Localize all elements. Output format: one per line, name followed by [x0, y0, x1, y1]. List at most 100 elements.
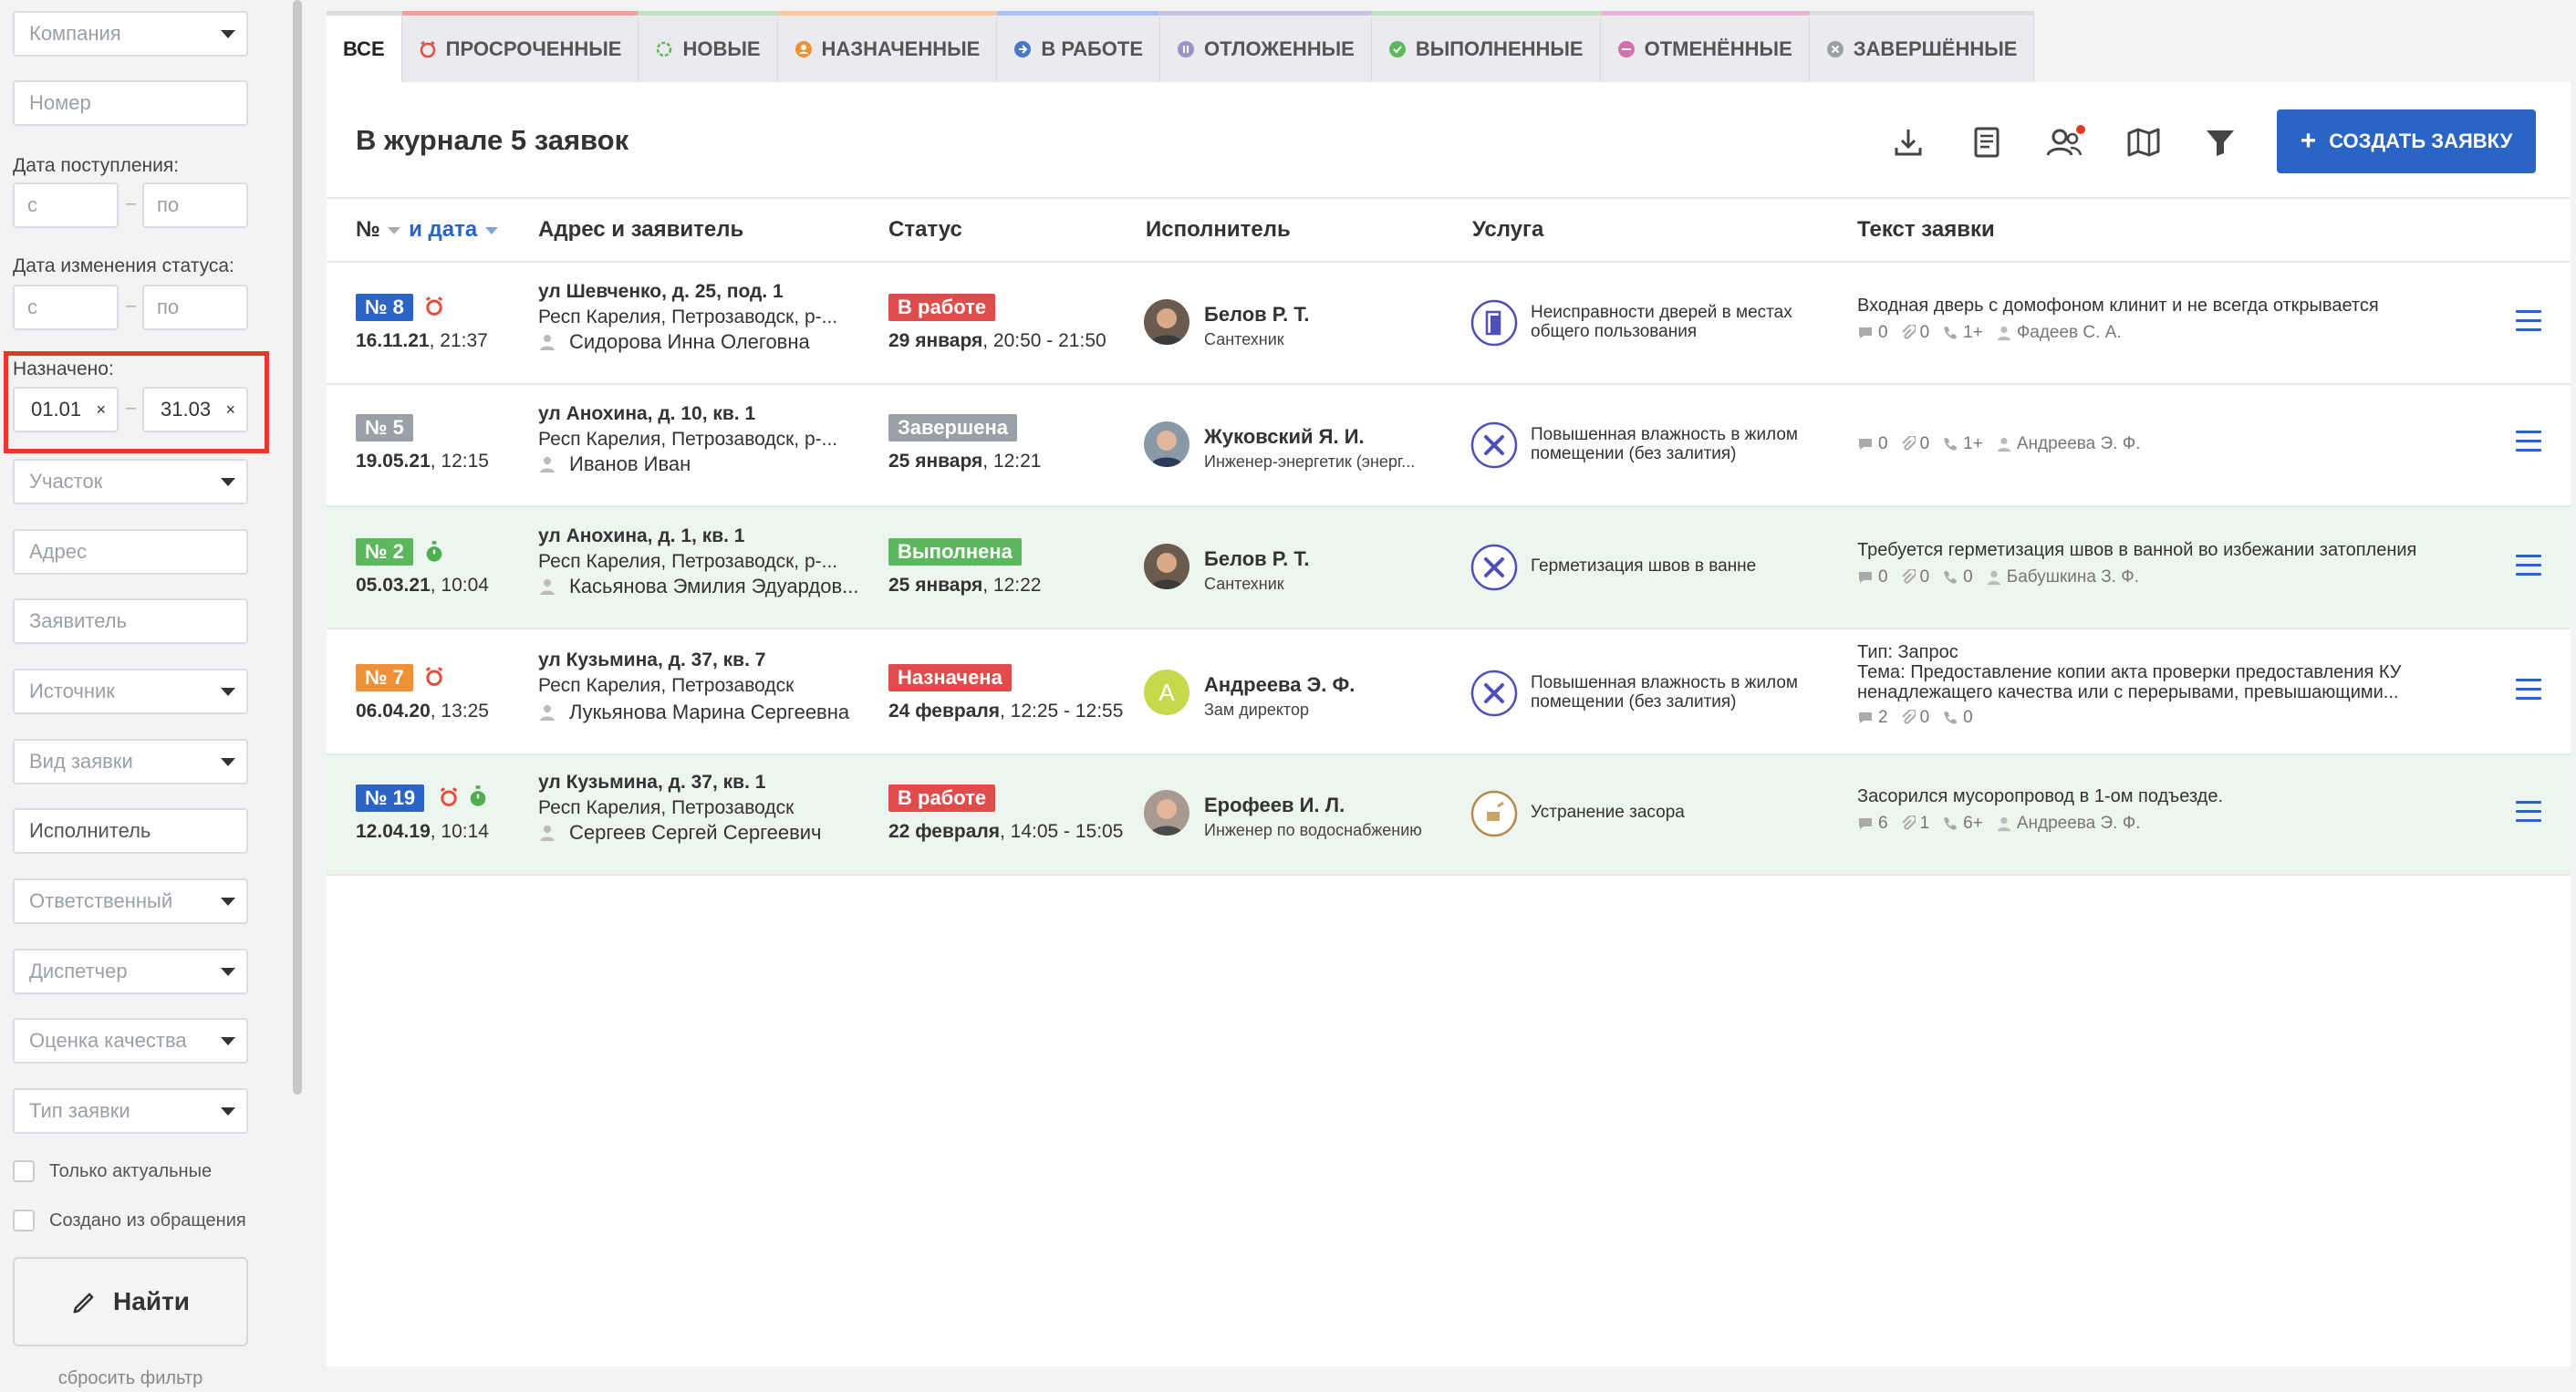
assigned-from-input[interactable]: 01.01 × — [13, 387, 119, 432]
tab-cancelled[interactable]: ОТМЕНЁННЫЕ — [1600, 11, 1810, 82]
applicant-name: Сидорова Инна Олеговна — [569, 330, 810, 353]
request-number-badge[interactable]: № 7 — [356, 664, 413, 691]
files-count: 0 — [1901, 323, 1929, 343]
city-address: Респ Карелия, Петрозаводск — [538, 675, 795, 696]
find-button[interactable]: Найти — [13, 1257, 248, 1346]
status-change-to[interactable]: по — [142, 285, 248, 330]
request-number-badge[interactable]: № 19 — [356, 784, 425, 812]
col-status-header[interactable]: Статус — [888, 217, 962, 243]
number-input[interactable]: Номер — [13, 80, 248, 126]
applicant: Сергеев Сергей Сергеевич — [538, 821, 822, 845]
sort-down-icon[interactable] — [386, 225, 402, 236]
request-number-badge[interactable]: № 8 — [356, 294, 413, 321]
sidebar-scrollbar[interactable] — [293, 0, 302, 1095]
dispatcher-select[interactable]: Диспетчер — [13, 949, 248, 994]
map-icon[interactable] — [2124, 122, 2164, 162]
responsible-select[interactable]: Ответственный — [13, 878, 248, 924]
person-icon — [540, 579, 555, 595]
sort-down-icon[interactable] — [483, 225, 500, 236]
row-menu-icon[interactable] — [2516, 555, 2541, 582]
executor-input[interactable]: Исполнитель — [13, 808, 248, 854]
assigned-to-input[interactable]: 31.03 × — [142, 387, 248, 432]
row-menu-icon[interactable] — [2516, 679, 2541, 706]
company-select[interactable]: Компания — [13, 11, 248, 57]
journal-icon[interactable] — [1967, 122, 2007, 162]
request-kind-select[interactable]: Вид заявки — [13, 739, 248, 784]
status-change-from[interactable]: с — [13, 285, 119, 330]
area-select[interactable]: Участок — [13, 459, 248, 504]
quality-select[interactable]: Оценка качества — [13, 1018, 248, 1064]
request-date: 06.04.20, 13:25 — [356, 701, 489, 722]
clear-icon[interactable]: × — [96, 389, 106, 431]
time-value: , 12:15 — [430, 451, 489, 472]
col-service-header[interactable]: Услуга — [1472, 217, 1543, 243]
col-address-header[interactable]: Адрес и заявитель — [538, 217, 743, 243]
reset-filter-link[interactable]: сбросить фильтр — [13, 1368, 248, 1389]
table-row[interactable]: № 8 16.11.21, 21:37 ул Шевченко, д. 25, … — [327, 263, 2571, 383]
executor-name[interactable]: Андреева Э. Ф. — [1204, 673, 1355, 697]
from-appeal-checkbox[interactable] — [13, 1210, 35, 1231]
comments-count: 2 — [1857, 708, 1888, 728]
download-icon[interactable] — [1888, 122, 1928, 162]
check-circle-icon — [1388, 40, 1406, 57]
comments-count: 0 — [1857, 434, 1888, 454]
person-icon — [1997, 816, 2011, 832]
date-value: 12.04.19 — [356, 821, 431, 842]
tab-all[interactable]: ВСЕ — [327, 11, 402, 82]
address-input[interactable]: Адрес — [13, 529, 248, 575]
files-value: 0 — [1919, 708, 1930, 727]
table-row[interactable]: № 2 05.03.21, 10:04 ул Анохина, д. 1, кв… — [327, 507, 2571, 628]
phone-icon — [1944, 571, 1958, 584]
request-meta: 0 0 0 Бабушкина З. Ф. — [1857, 567, 2139, 587]
table-row[interactable]: № 7 06.04.20, 13:25 ул Кузьмина, д. 37, … — [327, 629, 2571, 753]
request-number-badge[interactable]: № 2 — [356, 538, 413, 566]
source-select[interactable]: Источник — [13, 669, 248, 714]
col-date-label[interactable]: и дата — [409, 217, 477, 242]
executor-name[interactable]: Белов Р. Т. — [1204, 547, 1309, 571]
filter-icon[interactable] — [2200, 122, 2240, 162]
row-menu-icon[interactable] — [2516, 431, 2541, 458]
only-actual-label: Только актуальные — [49, 1161, 213, 1181]
tab-in-progress[interactable]: В РАБОТЕ — [997, 11, 1160, 82]
status-badge: Завершена — [888, 414, 1018, 441]
tab-completed[interactable]: ВЫПОЛНЕННЫЕ — [1371, 11, 1601, 82]
status-date: 29 января — [888, 330, 983, 351]
status-time-range: , 12:25 - 12:55 — [999, 701, 1124, 722]
executor-name[interactable]: Белов Р. Т. — [1204, 303, 1309, 327]
avatar: А — [1144, 670, 1189, 715]
date-received-to[interactable]: по — [142, 182, 248, 228]
tab-postponed[interactable]: ОТЛОЖЕННЫЕ — [1160, 11, 1372, 82]
status-date: 25 января — [888, 451, 983, 472]
users-notification-icon[interactable] — [2043, 122, 2089, 162]
col-text-header[interactable]: Текст заявки — [1857, 217, 1995, 243]
tab-new[interactable]: НОВЫЕ — [639, 11, 778, 82]
alarm-clock-icon — [440, 787, 458, 806]
create-request-button[interactable]: + СОЗДАТЬ ЗАЯВКУ — [2277, 109, 2536, 173]
executor-name[interactable]: Ерофеев И. Л. — [1204, 794, 1345, 817]
row-menu-icon[interactable] — [2516, 310, 2541, 338]
person-icon — [540, 335, 555, 350]
street-address: ул Кузьмина, д. 37, кв. 1 — [538, 772, 766, 793]
arrow-circle-icon — [1014, 40, 1032, 57]
paperclip-icon — [1901, 710, 1916, 724]
col-number-header[interactable]: № и дата — [356, 217, 500, 243]
col-executor-header[interactable]: Исполнитель — [1146, 217, 1291, 243]
row-menu-icon[interactable] — [2516, 801, 2541, 828]
executor-name[interactable]: Жуковский Я. И. — [1204, 425, 1365, 449]
applicant-input[interactable]: Заявитель — [13, 598, 248, 644]
comments-count: 0 — [1857, 567, 1888, 587]
request-number-badge[interactable]: № 5 — [356, 414, 413, 441]
calls-value: 1+ — [1963, 323, 1983, 342]
comments-value: 0 — [1878, 567, 1888, 587]
tab-finished[interactable]: ЗАВЕРШЁННЫЕ — [1809, 11, 2035, 82]
tab-overdue[interactable]: ПРОСРОЧЕННЫЕ — [401, 11, 639, 82]
tab-assigned[interactable]: НАЗНАЧЕННЫЕ — [777, 11, 998, 82]
person-icon — [540, 705, 555, 721]
clear-icon[interactable]: × — [225, 389, 235, 431]
applicant: Лукьянова Марина Сергеевна — [538, 701, 849, 724]
table-row[interactable]: № 19 12.04.19, 10:14 ул Кузьмина, д. 37,… — [327, 755, 2571, 874]
table-row[interactable]: № 5 19.05.21, 12:15 ул Анохина, д. 10, к… — [327, 385, 2571, 505]
request-type-select[interactable]: Тип заявки — [13, 1088, 248, 1134]
only-actual-checkbox[interactable] — [13, 1160, 35, 1182]
date-received-from[interactable]: с — [13, 182, 119, 228]
